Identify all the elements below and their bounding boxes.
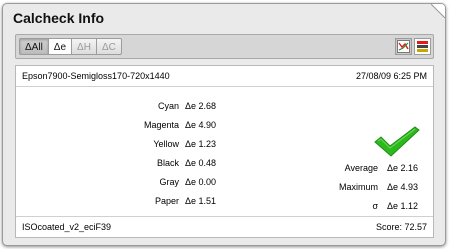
timestamp: 27/08/09 6:25 PM — [355, 71, 427, 81]
calcheck-panel: Epson7900-Semigloss170-720x1440 27/08/09… — [15, 65, 434, 238]
metric-cyan: Cyan Δe 2.68 — [157, 101, 217, 111]
tab-delta-c[interactable]: ΔC — [95, 38, 122, 55]
color-chart-button[interactable] — [395, 38, 412, 55]
color-chart-icon — [397, 40, 410, 53]
stat-maximum: Maximum Δe 4.93 — [338, 182, 419, 192]
metric-black: Black Δe 0.48 — [156, 158, 217, 168]
tab-delta-e[interactable]: Δe — [47, 38, 73, 55]
tab-delta-h[interactable]: ΔH — [71, 38, 97, 55]
profile-header: Epson7900-Semigloss170-720x1440 27/08/09… — [16, 66, 433, 87]
summary-stats: Average Δe 2.16 Maximum Δe 4.93 σ Δe 1.1… — [318, 160, 432, 217]
window-title: Calcheck Info — [13, 10, 105, 26]
metric-yellow: Yellow Δe 1.23 — [153, 139, 217, 149]
stat-average: Average Δe 2.16 — [344, 163, 419, 173]
reference-footer: ISOcoated_v2_eciF39 Score: 72.57 — [16, 216, 433, 237]
metric-gray: Gray Δe 0.00 — [159, 177, 217, 187]
calcheck-info-window: Calcheck Info ΔAll Δe ΔH ΔC Epson7900-Se… — [2, 3, 446, 246]
profile-name: Epson7900-Semigloss170-720x1440 — [22, 71, 170, 81]
resize-corner-icon[interactable] — [431, 4, 445, 18]
metric-magenta: Magenta Δe 4.90 — [143, 120, 217, 130]
reference-profile: ISOcoated_v2_eciF39 — [22, 222, 112, 232]
checkmark-icon — [374, 126, 420, 157]
score-label: Score: 72.57 — [375, 222, 427, 232]
metric-paper: Paper Δe 1.51 — [154, 196, 217, 206]
stat-sigma: σ Δe 1.12 — [372, 201, 419, 211]
delta-tabs: ΔAll Δe ΔH ΔC — [19, 38, 122, 56]
color-bars-button[interactable] — [414, 38, 431, 55]
color-bars-icon — [417, 41, 428, 52]
channel-metrics: Cyan Δe 2.68 Magenta Δe 4.90 Yellow Δe 1… — [111, 98, 235, 212]
tab-delta-all[interactable]: ΔAll — [19, 38, 49, 55]
toolbar: ΔAll Δe ΔH ΔC — [15, 34, 434, 59]
